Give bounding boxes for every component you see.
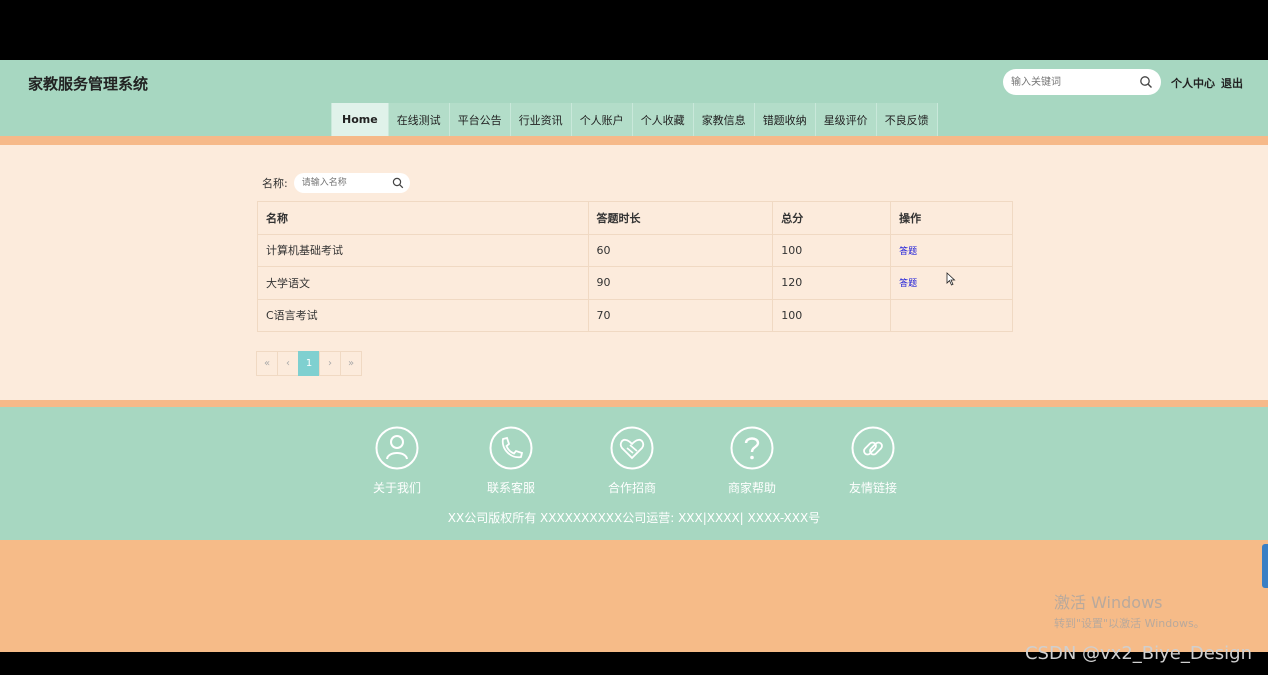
exam-actions: [890, 298, 1013, 332]
link-icon: [851, 426, 895, 470]
exam-duration: 70: [587, 298, 774, 332]
site-title: 家教服务管理系统: [28, 75, 149, 93]
exam-table: 名称 答题时长 总分 操作 计算机基础考试 60 100 答题 大学语文 90 …: [257, 201, 1013, 332]
user-center-link[interactable]: 个人中心: [1171, 75, 1215, 91]
name-filter: 名称:: [262, 173, 410, 193]
site-footer: 关于我们 联系客服 合作招商 商家帮助 友情链接 XX公司版权所有 XXXXXX…: [0, 407, 1268, 540]
exam-score: 120: [772, 266, 892, 300]
copyright-text: XX公司版权所有 XXXXXXXXXX公司运营: XXX|XXXX| XXXX-…: [447, 511, 821, 525]
main-nav: Home 在线测试 平台公告 行业资讯 个人账户 个人收藏 家教信息 错题收纳 …: [331, 103, 938, 136]
phone-icon: [489, 426, 533, 470]
user-links: 个人中心 退出: [1171, 75, 1243, 91]
next-page-button[interactable]: ›: [319, 351, 341, 376]
table-header-row: 名称 答题时长 总分 操作: [257, 201, 1013, 235]
handshake-icon: [610, 426, 654, 470]
table-row: 大学语文 90 120 答题: [257, 266, 1013, 300]
answer-link[interactable]: 答题: [899, 247, 917, 257]
mouse-cursor-icon: [946, 272, 956, 286]
last-page-button[interactable]: »: [340, 351, 362, 376]
divider-stripe: [0, 400, 1268, 407]
footer-link-help[interactable]: 商家帮助: [712, 426, 792, 496]
question-icon: [730, 426, 774, 470]
exam-score: 100: [772, 298, 892, 332]
exam-actions: 答题: [890, 233, 1013, 267]
answer-link[interactable]: 答题: [899, 279, 917, 289]
footer-link-about[interactable]: 关于我们: [357, 426, 437, 496]
scrollbar-handle[interactable]: [1262, 544, 1268, 588]
person-icon: [375, 426, 419, 470]
footer-link-support[interactable]: 联系客服: [471, 426, 551, 496]
header-search: [1003, 69, 1161, 95]
column-header: 总分: [772, 201, 892, 235]
nav-item-industry-news[interactable]: 行业资讯: [511, 103, 572, 136]
nav-item-wrong-questions[interactable]: 错题收纳: [755, 103, 816, 136]
nav-item-tutor-info[interactable]: 家教信息: [694, 103, 755, 136]
site-header: 家教服务管理系统 个人中心 退出 Home 在线测试 平台公告 行业资讯 个人账…: [0, 60, 1268, 136]
activation-title: 激活 Windows: [1054, 593, 1163, 612]
exam-name: 大学语文: [257, 266, 589, 300]
top-letterbox: [0, 0, 1268, 60]
header-search-input[interactable]: [1011, 73, 1131, 91]
footer-link-label: 合作招商: [607, 481, 656, 495]
filter-label: 名称:: [262, 177, 288, 190]
nav-item-favorites[interactable]: 个人收藏: [633, 103, 694, 136]
search-icon[interactable]: [392, 177, 404, 189]
pagination: « ‹ 1 › »: [256, 351, 362, 376]
main-content: 名称: 名称 答题时长 总分 操作 计算机基础考试 60 100 答题 大学语文…: [0, 145, 1268, 400]
csdn-watermark: CSDN @vx2_Biye_Design: [1024, 643, 1252, 664]
footer-link-partnership[interactable]: 合作招商: [592, 426, 672, 496]
table-row: 计算机基础考试 60 100 答题: [257, 233, 1013, 267]
search-icon[interactable]: [1139, 75, 1153, 89]
exam-score: 100: [772, 233, 892, 267]
name-search-input[interactable]: [301, 176, 388, 190]
first-page-button[interactable]: «: [256, 351, 278, 376]
exam-name: C语言考试: [257, 298, 589, 332]
nav-item-ratings[interactable]: 星级评价: [816, 103, 877, 136]
nav-item-feedback[interactable]: 不良反馈: [877, 103, 938, 136]
current-page-button[interactable]: 1: [298, 351, 320, 376]
prev-page-button[interactable]: ‹: [277, 351, 299, 376]
exam-duration: 90: [587, 266, 774, 300]
windows-activation-notice: 激活 Windows 转到"设置"以激活 Windows。: [1054, 589, 1205, 631]
column-header: 名称: [257, 201, 589, 235]
exam-name: 计算机基础考试: [257, 233, 589, 267]
footer-link-label: 商家帮助: [727, 481, 776, 495]
exam-duration: 60: [587, 233, 774, 267]
bottom-area: 激活 Windows 转到"设置"以激活 Windows。: [0, 540, 1268, 652]
column-header: 操作: [890, 201, 1013, 235]
filter-box: [293, 173, 410, 193]
nav-item-account[interactable]: 个人账户: [572, 103, 633, 136]
logout-link[interactable]: 退出: [1221, 75, 1243, 91]
divider-stripe: [0, 136, 1268, 145]
column-header: 答题时长: [587, 201, 774, 235]
footer-link-label: 友情链接: [848, 481, 897, 495]
nav-item-online-test[interactable]: 在线测试: [389, 103, 450, 136]
footer-link-label: 关于我们: [372, 481, 421, 495]
nav-item-home[interactable]: Home: [332, 103, 389, 136]
footer-link-friends[interactable]: 友情链接: [833, 426, 913, 496]
nav-item-announcements[interactable]: 平台公告: [450, 103, 511, 136]
activation-subtitle: 转到"设置"以激活 Windows。: [1054, 617, 1205, 630]
footer-link-label: 联系客服: [486, 481, 535, 495]
table-row: C语言考试 70 100: [257, 298, 1013, 332]
